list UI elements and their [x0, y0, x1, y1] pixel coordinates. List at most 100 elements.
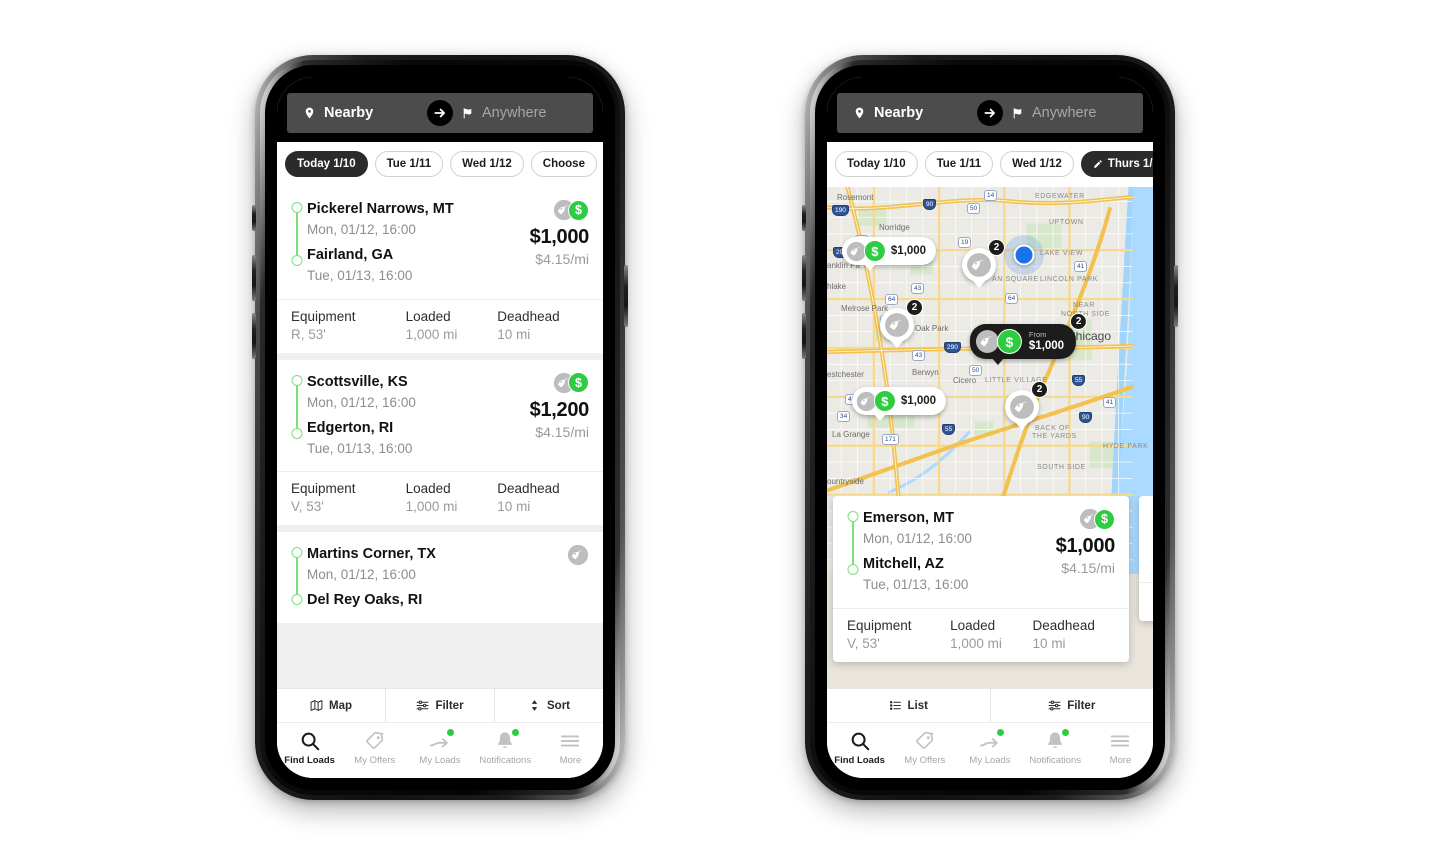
- load-card-carousel[interactable]: Emerson, MT Mon, 01/12, 16:00 Mitchell, …: [827, 496, 1153, 688]
- destination-datetime: Tue, 01/13, 16:00: [863, 577, 969, 593]
- load-card-meta: Equipment V, 53' Loaded 1,000 mi Deadhea…: [833, 607, 1129, 662]
- tab-my-offers[interactable]: My Offers: [342, 730, 407, 766]
- sort-button[interactable]: Sort: [494, 689, 603, 722]
- load-badges: [567, 544, 589, 566]
- tab-label: My Offers: [354, 755, 396, 766]
- route-shield: 64: [1005, 293, 1019, 304]
- swap-locations-button[interactable]: [977, 100, 1003, 126]
- volume-up-button[interactable]: [252, 255, 256, 301]
- search-bar: Nearby Anywhere: [287, 93, 593, 133]
- map-pin-cluster[interactable]: 2: [1005, 381, 1048, 430]
- map-pin-cluster[interactable]: 2: [962, 239, 1005, 288]
- map-pin-cluster[interactable]: 2: [880, 299, 923, 348]
- tab-label: Find Loads: [284, 755, 335, 766]
- tab-my-loads[interactable]: My Loads: [957, 729, 1022, 766]
- map-pin-price[interactable]: $ $1,000: [841, 237, 937, 271]
- load-list[interactable]: Pickerel Narrows, MT Mon, 01/12, 16:00 F…: [277, 187, 603, 688]
- date-chip-today[interactable]: Today 1/10: [835, 151, 918, 177]
- date-chip-thurs[interactable]: Thurs 1/13: [1080, 151, 1153, 177]
- origin-field[interactable]: Nearby: [287, 93, 435, 133]
- load-card[interactable]: Scottsville, KS Mon, 01/12, 16:00 Edgert…: [277, 359, 603, 526]
- deadhead-label: Deadhead: [497, 308, 560, 324]
- location-pin-icon: [303, 105, 316, 121]
- sort-label: Sort: [547, 699, 570, 712]
- date-chip-wed[interactable]: Wed 1/12: [450, 151, 524, 177]
- date-chip-wed[interactable]: Wed 1/12: [1000, 151, 1074, 177]
- load-price-column: $ $1,000 $4.15/mi: [1050, 508, 1115, 596]
- loaded-label: Loaded: [405, 308, 451, 324]
- phone-list-view: Nearby Anywhere Today 1/10 Tue 1/11 Wed …: [252, 55, 628, 800]
- route-shield: 190: [832, 205, 849, 216]
- filter-label: Filter: [1067, 699, 1096, 712]
- deadhead-label: Deadhead: [497, 481, 560, 497]
- action-bar-list: Map Filter Sort: [277, 688, 603, 722]
- map-pin-price[interactable]: $ $1,000: [851, 387, 947, 421]
- load-card[interactable]: Pickerel Narrows, MT Mon, 01/12, 16:00 F…: [277, 187, 603, 353]
- load-card-meta: V: [1139, 582, 1153, 621]
- date-chip-tue[interactable]: Tue 1/11: [374, 151, 444, 177]
- filter-label: Filter: [435, 699, 464, 712]
- date-chip-bar-list: Today 1/10 Tue 1/11 Wed 1/12 Choose: [277, 142, 603, 187]
- cluster-count-badge: 2: [1031, 381, 1048, 398]
- equipment-label: Equipment: [291, 308, 356, 324]
- tab-label: More: [1109, 755, 1132, 766]
- route-indicator: [287, 544, 307, 611]
- origin-text: Nearby: [874, 105, 924, 121]
- destination-field[interactable]: Anywhere: [985, 93, 1143, 133]
- load-card[interactable]: Emerson, MT Mon, 01/12, 16:00 Mitchell, …: [833, 496, 1129, 662]
- map-toggle-button[interactable]: Map: [277, 689, 385, 722]
- origin-field[interactable]: Nearby: [837, 93, 985, 133]
- power-button[interactable]: [1174, 265, 1178, 327]
- load-rate: $4.15/mi: [1061, 560, 1115, 576]
- tab-notifications[interactable]: Notifications: [473, 729, 538, 766]
- mute-switch[interactable]: [802, 205, 806, 231]
- map-pin-amount: $1,000: [1028, 339, 1065, 352]
- tab-my-loads[interactable]: My Loads: [407, 729, 472, 766]
- origin-datetime: Mon, 01/12, 16:00: [307, 567, 416, 583]
- tab-my-offers[interactable]: My Offers: [892, 730, 957, 766]
- tab-label: Notifications: [1029, 755, 1082, 766]
- pencil-icon: [1094, 160, 1102, 168]
- cluster-count-badge: 2: [988, 239, 1005, 256]
- deadhead-col: Deadhead 10 mi: [497, 309, 589, 342]
- load-route-text: Scottsville, KS Mon, 01/12, 16:00 Edgert…: [307, 372, 524, 460]
- tab-find-loads[interactable]: Find Loads: [827, 730, 892, 766]
- destination-field[interactable]: Anywhere: [435, 93, 593, 133]
- badge-dot: [447, 729, 454, 736]
- date-chip-choose[interactable]: Choose: [530, 151, 597, 177]
- power-button[interactable]: [624, 265, 628, 327]
- load-rate: $4.15/mi: [535, 423, 589, 440]
- load-card[interactable]: Martins Corner, TX Mon, 01/12, 16:00 Del…: [277, 532, 603, 624]
- date-chip-today[interactable]: Today 1/10: [285, 151, 368, 177]
- list-toggle-button[interactable]: List: [827, 689, 990, 722]
- volume-down-button[interactable]: [252, 313, 256, 359]
- load-badges: $: [1056, 508, 1115, 530]
- load-route-text: Martins Corner, TX Mon, 01/12, 16:00 Del…: [307, 544, 561, 611]
- screen-list: Nearby Anywhere Today 1/10 Tue 1/11 Wed …: [277, 77, 603, 778]
- volume-up-button[interactable]: [802, 255, 806, 301]
- price-badge-icon: $: [873, 390, 896, 412]
- route-shield: 50: [969, 365, 983, 376]
- filter-button[interactable]: Filter: [989, 689, 1154, 722]
- mute-switch[interactable]: [252, 205, 256, 231]
- origin-datetime: Mon, 01/12, 16:00: [307, 394, 416, 410]
- swap-locations-button[interactable]: [427, 100, 453, 126]
- load-card-next[interactable]: E V: [1139, 496, 1153, 621]
- tab-notifications[interactable]: Notifications: [1023, 729, 1088, 766]
- list-icon: [889, 701, 901, 710]
- filter-button[interactable]: Filter: [385, 689, 494, 722]
- map-view[interactable]: Rosemont Norridge EDGEWATER UPTOWN LAKE …: [827, 187, 1153, 688]
- tab-more[interactable]: More: [538, 730, 603, 766]
- tab-label: My Loads: [969, 755, 1011, 766]
- map-icon: [310, 700, 323, 711]
- equipment-value: R, 53': [291, 326, 326, 342]
- tab-bar: Find Loads My Offers My Loads Notificati…: [827, 722, 1153, 778]
- tab-more[interactable]: More: [1088, 730, 1153, 766]
- volume-down-button[interactable]: [802, 313, 806, 359]
- load-card-main: Pickerel Narrows, MT Mon, 01/12, 16:00 F…: [277, 187, 603, 299]
- current-location-dot: [1004, 235, 1044, 275]
- date-chip-tue[interactable]: Tue 1/11: [924, 151, 994, 177]
- tab-find-loads[interactable]: Find Loads: [277, 730, 342, 766]
- map-pin-selected[interactable]: $ From $1,000 2: [969, 313, 1088, 365]
- load-card-main: Emerson, MT Mon, 01/12, 16:00 Mitchell, …: [833, 496, 1129, 608]
